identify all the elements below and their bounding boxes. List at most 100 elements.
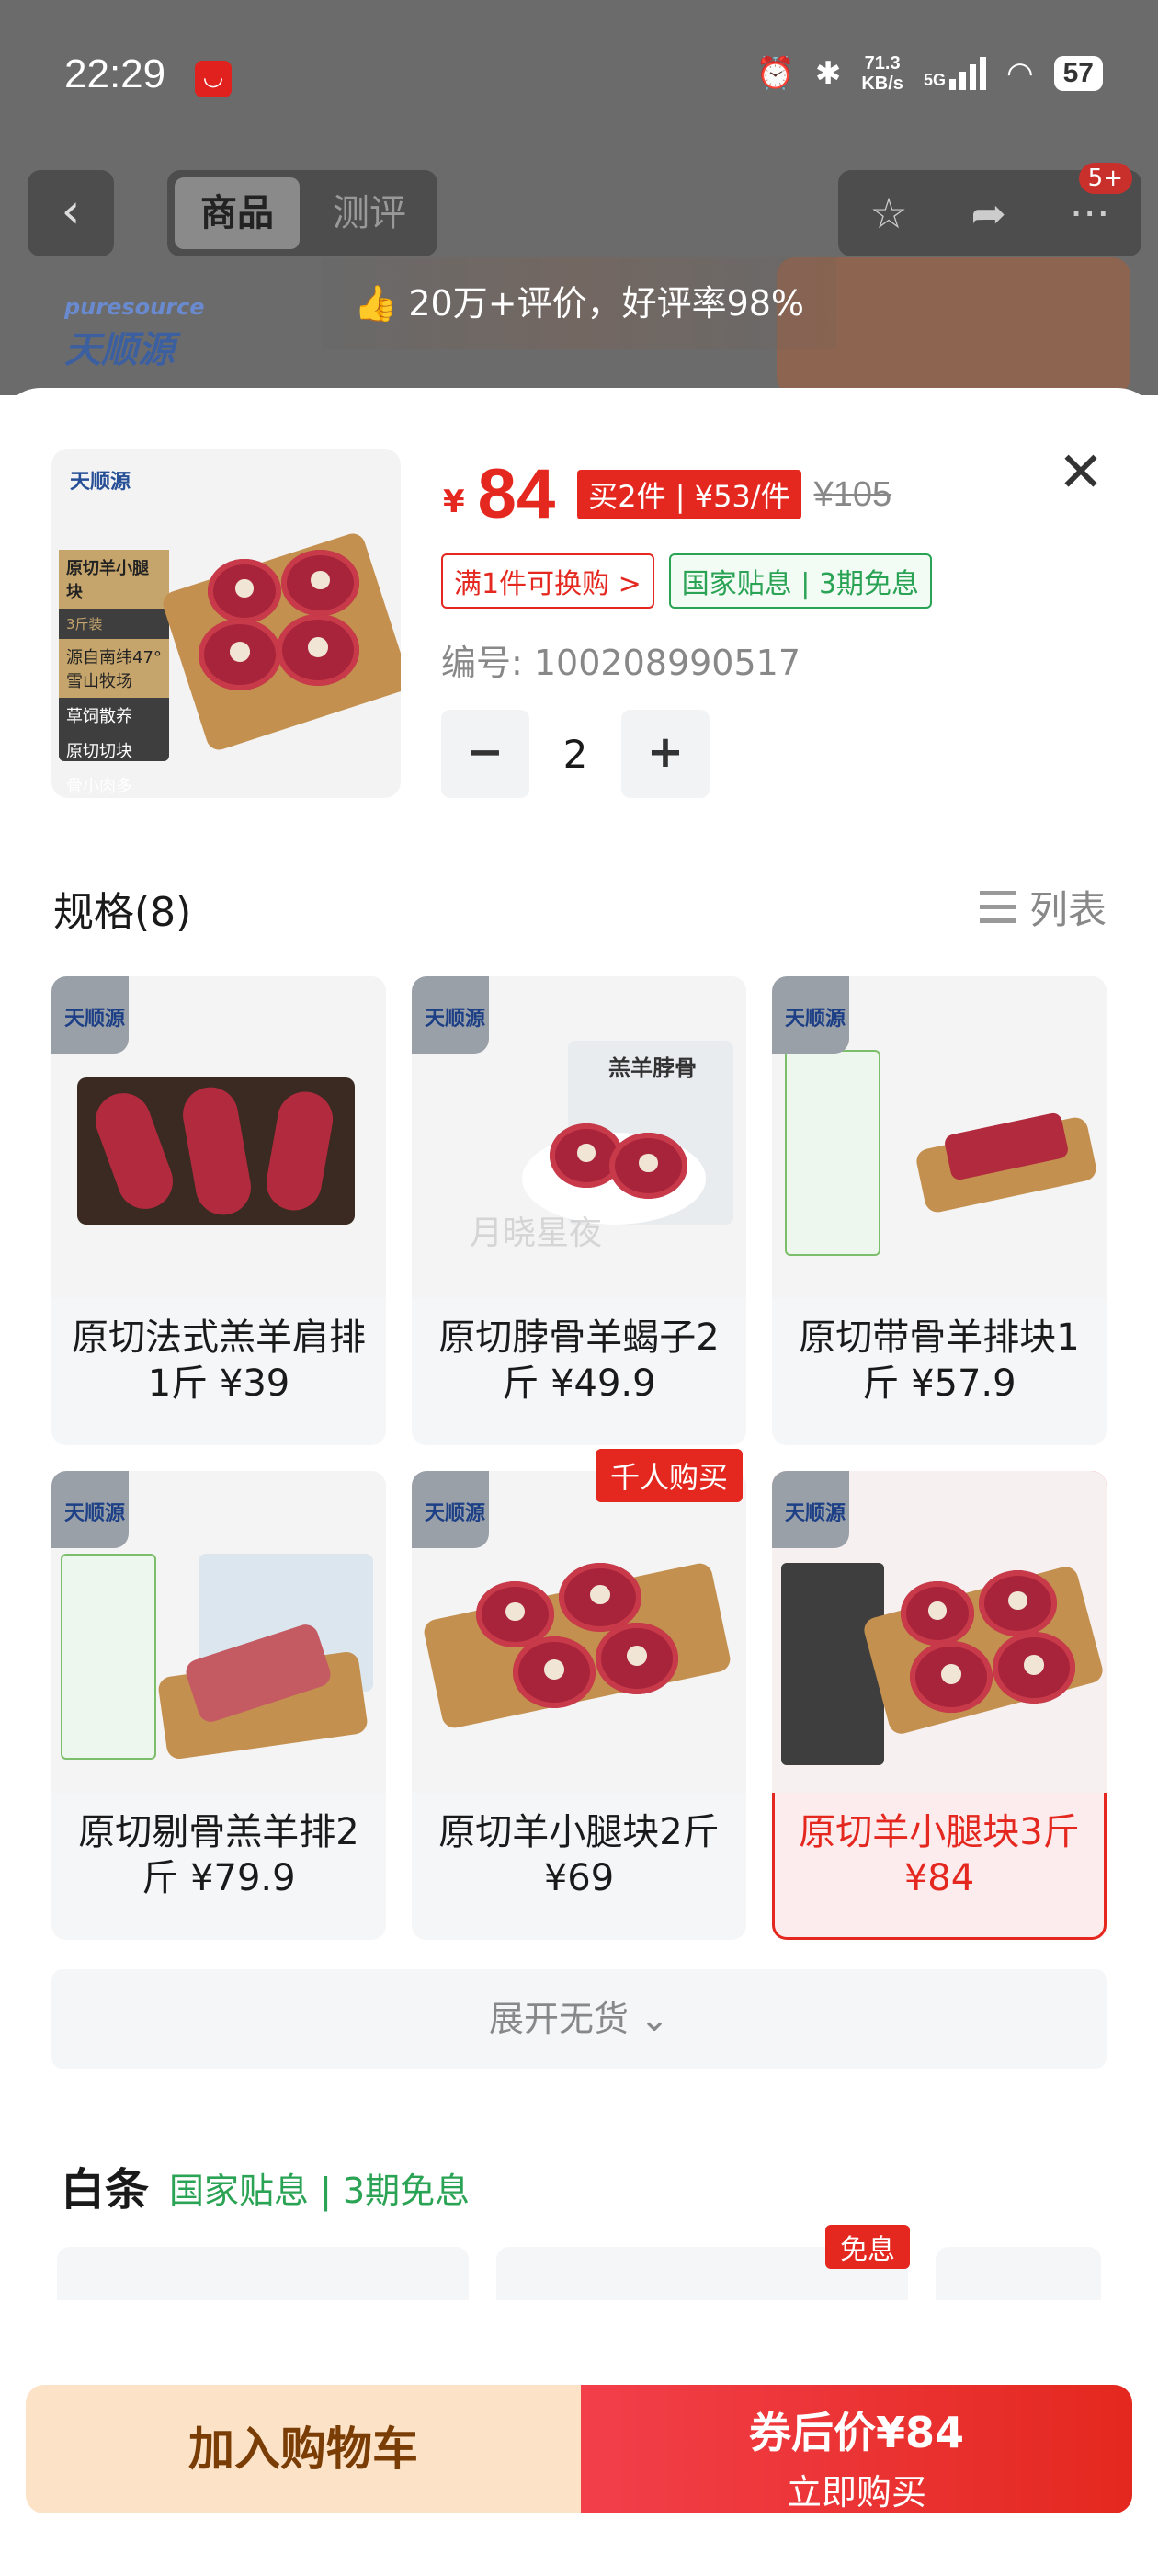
buy-now-button[interactable]: 券后价¥84 立即购买 (581, 2385, 1132, 2513)
quantity-value[interactable]: 2 (529, 732, 621, 777)
spec-label: 原切带骨羊排块1斤 ¥57.9 (799, 1316, 1080, 1405)
meat-piece (559, 1563, 641, 1632)
spec-card[interactable]: 天顺源 原切法式羔羊肩排1斤 ¥39 (51, 976, 386, 1445)
brand-logo: 天顺源 (772, 976, 849, 1054)
info-panel (781, 1563, 884, 1765)
thumb-feature-2: 原切切块 (66, 742, 132, 761)
quantity-stepper: − 2 + (441, 710, 710, 798)
thumb-brand-logo: 天顺源 (70, 471, 131, 494)
decrease-button[interactable]: − (441, 710, 529, 798)
expand-label: 展开无货 ⌄ (489, 1999, 669, 2039)
net-speed-value: 71.3 (864, 53, 901, 74)
meat-piece (199, 619, 281, 690)
brand-logo-text: 天顺源 (785, 1502, 846, 1525)
share-icon[interactable]: ➦ (971, 188, 1006, 238)
status-time: 22:29 (64, 51, 166, 97)
brand-logo: 天顺源 (772, 1471, 849, 1548)
tab-product[interactable]: 商品 (175, 177, 300, 249)
add-to-cart-button[interactable]: 加入购物车 (26, 2385, 581, 2513)
spec-card[interactable]: 天顺源 原切剔骨羔羊排2斤 ¥79.9 (51, 1471, 386, 1940)
spec-label: 原切剔骨羔羊排2斤 ¥79.9 (78, 1811, 359, 1899)
app-notification-icon: ◡ (195, 61, 232, 97)
net-speed: 71.3 KB/s (861, 53, 903, 94)
sku-number: 编号: 100208990517 (441, 643, 801, 683)
background-product-page: 22:29 ◡ ⏰ ✱ 71.3 KB/s 5G ◠ 57 ‹ 商品 测评 ☆ … (0, 0, 1158, 395)
bluetooth-icon: ✱ (814, 56, 842, 91)
tab-review[interactable]: 测评 (314, 177, 425, 249)
installment-option[interactable] (936, 2247, 1101, 2302)
brand-logo-text: 天顺源 (425, 1502, 486, 1525)
brand-logo-text: 天顺源 (64, 1502, 126, 1525)
alarm-icon: ⏰ (755, 56, 795, 91)
status-bar: 22:29 ◡ ⏰ ✱ 71.3 KB/s 5G ◠ 57 (0, 0, 1158, 156)
nav-actions: ☆ ➦ ··· 5+ (838, 163, 1141, 256)
thumb-label-title: 原切羊小腿块 (59, 550, 169, 609)
rating-text: 20万+评价，好评率98% (408, 283, 805, 324)
bundle-promo: 买2件 | ¥53/件 (577, 470, 801, 519)
message-badge: 5+ (1078, 163, 1132, 194)
wifi-icon: ◠ (1005, 56, 1034, 91)
meat-piece (993, 1632, 1075, 1704)
top-nav: ‹ 商品 测评 ☆ ➦ ··· 5+ (0, 163, 1158, 262)
brand-logo-text: 天顺源 (785, 1008, 846, 1031)
installment-option[interactable] (57, 2247, 469, 2302)
spec-title: 规格(8) (53, 889, 192, 936)
price-row: ¥ 84 买2件 | ¥53/件 ¥105 (443, 460, 891, 530)
spec-label: 原切羊小腿块3斤 ¥84 (799, 1811, 1080, 1899)
net-speed-unit: KB/s (861, 74, 903, 94)
brand-logo: puresource 天顺源 (64, 294, 205, 373)
close-button[interactable]: ✕ (1051, 445, 1110, 504)
baitiao-promo: 国家贴息 | 3期免息 (169, 2171, 471, 2211)
battery-icon: 57 (1053, 56, 1103, 91)
free-interest-badge: 免息 (825, 2225, 910, 2269)
list-icon (979, 889, 1016, 926)
thumb-feature-3: 骨小肉多 (66, 777, 132, 796)
brand-logo: 天顺源 (412, 976, 489, 1054)
spec-label: 原切羊小腿块2斤 ¥69 (438, 1811, 720, 1899)
spec-label: 原切法式羔羊肩排1斤 ¥39 (72, 1316, 366, 1405)
brand-logo-en: puresource (64, 294, 205, 320)
buy-now-label: 立即购买 (786, 2472, 926, 2513)
network-type: 5G (923, 71, 946, 89)
list-toggle-label: 列表 (1028, 887, 1107, 932)
brand-logo-text: 天顺源 (425, 1008, 486, 1031)
tag-row: 满1件可换购 > 国家贴息 | 3期免息 (441, 553, 933, 609)
spec-card[interactable]: 天顺源 原切带骨羊排块1斤 ¥57.9 (772, 976, 1107, 1445)
thumb-label-origin: 源自南纬47°雪山牧场 (59, 639, 169, 698)
favorite-star-icon[interactable]: ☆ (869, 188, 907, 238)
meat-piece (208, 559, 281, 623)
status-icons: ⏰ ✱ 71.3 KB/s 5G ◠ 57 (756, 53, 1103, 94)
meat-piece (910, 1641, 993, 1713)
original-price: ¥105 (813, 474, 892, 514)
tab-switch: 商品 测评 (167, 170, 437, 256)
brand-logo-text: 天顺源 (64, 1008, 126, 1031)
meat-piece (277, 614, 359, 686)
info-panel (61, 1554, 156, 1760)
info-panel (785, 1050, 880, 1256)
buy-price: 券后价¥84 (748, 2408, 965, 2457)
thumb-feature-1: 草饲散养 (66, 707, 132, 726)
price-main: 84 (477, 455, 556, 533)
back-button[interactable]: ‹ (28, 170, 114, 256)
meat-piece (513, 1636, 596, 1708)
list-view-toggle[interactable]: 列表 (979, 879, 1107, 935)
close-icon: ✕ (1057, 440, 1105, 505)
exchange-tag[interactable]: 满1件可换购 > (441, 553, 654, 609)
brand-logo: 天顺源 (51, 976, 129, 1054)
watermark: 月晓星夜 (470, 1214, 603, 1252)
thumbs-up-icon: 👍 (353, 283, 398, 324)
meat-piece (901, 1581, 974, 1646)
increase-button[interactable]: + (621, 710, 710, 798)
brand-logo-cn: 天顺源 (64, 329, 175, 371)
baitiao-title: 白条 (61, 2164, 150, 2216)
rating-banner: 👍 20万+评价，好评率98% (322, 257, 836, 349)
signal-icon: 5G (924, 57, 986, 90)
meat-piece (596, 1623, 678, 1694)
more-icon[interactable]: ··· (1070, 188, 1110, 238)
spec-card[interactable]: 天顺源 原切羊小腿块2斤 ¥69 (412, 1471, 746, 1940)
subsidy-tag[interactable]: 国家贴息 | 3期免息 (668, 553, 933, 609)
thumb-product-label: 原切羊小腿块 3斤装 源自南纬47°雪山牧场 草饲散养 原切切块 骨小肉多 (59, 550, 169, 796)
spec-card-selected[interactable]: 天顺源 原切羊小腿块3斤 ¥84 (772, 1471, 1107, 1940)
meat-piece (979, 1570, 1057, 1636)
expand-out-of-stock[interactable]: 展开无货 ⌄ (51, 1969, 1107, 2069)
